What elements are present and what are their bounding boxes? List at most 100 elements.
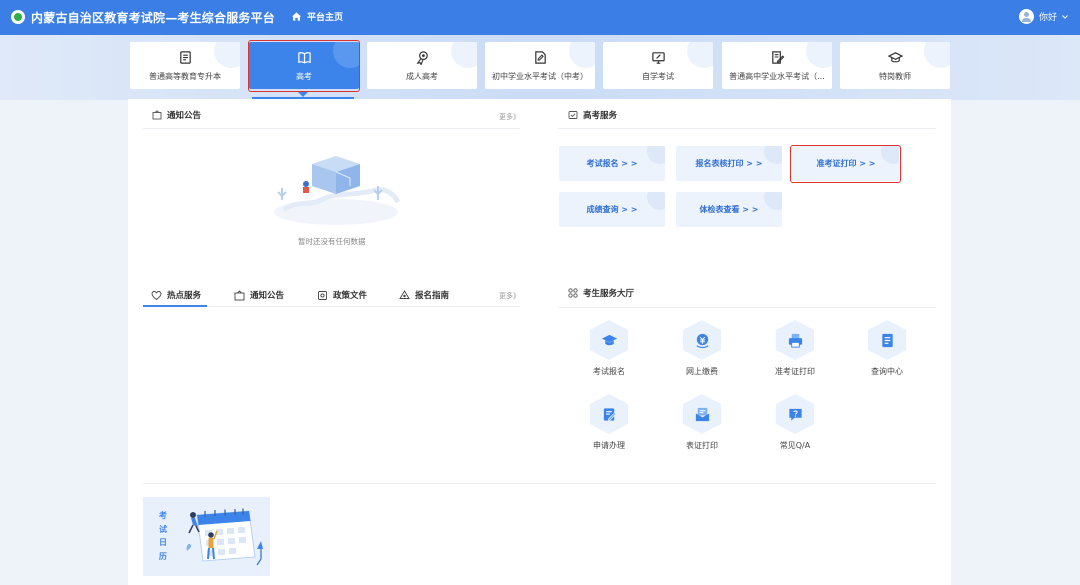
score-query-button[interactable]: 成绩查询 > > [559,192,665,227]
medal-icon [416,51,428,65]
site-logo [11,10,25,24]
calendar-char: 考 [159,511,167,520]
gaokao-service-label: 高考服务 [583,111,618,121]
hall-item-label: 准考证打印 [775,367,815,376]
hex-badge [683,320,721,360]
hall-item-admission-print[interactable]: 准考证打印 [755,320,835,377]
hall-item-online-payment[interactable]: 网上缴费 [662,320,742,377]
hall-item-faq[interactable]: 常见Q/A [755,394,835,451]
hex-badge [590,394,628,434]
divider [558,307,936,308]
category-tab-label: 成人高考 [406,72,438,81]
envelope-card-icon [695,407,709,421]
tab-hot-services[interactable]: 热点服务 [151,289,201,301]
active-tab-highlight [248,40,360,92]
physical-exam-view-button[interactable]: 体检表查看 > > [676,192,782,227]
hall-item-label: 网上缴费 [686,367,718,376]
pen-doc-icon [771,51,784,64]
hex-badge [683,394,721,434]
open-book-icon [297,52,311,64]
category-tab-label: 普通高中学业水平考试（... [729,72,825,81]
notice-more-link[interactable]: 更多》 [499,112,520,122]
calendar-char: 历 [159,551,167,561]
decor-bubble [569,42,595,68]
tab-notices[interactable]: 通知公告 [234,289,284,301]
home-link-label: 平台主页 [307,13,344,23]
category-tab-label: 初中学业水平考试（中考） [492,72,588,81]
exam-calendar-card[interactable]: 考 试 日 历 [143,497,270,576]
decor-bubble [924,42,950,68]
top-header: 内蒙古自治区教育考试院—考生综合服务平台 平台主页 你好 [0,0,1080,35]
registration-form-print-button[interactable]: 报名表核打印 > > [676,146,782,181]
hall-item-label: 申请办理 [593,441,625,450]
hall-item-label: 常见Q/A [779,441,811,450]
divider [143,483,936,484]
service-hall-title: 考生服务大厅 [568,287,634,299]
category-tab-zhongkao[interactable]: 初中学业水平考试（中考） [485,42,595,89]
category-tab-label: 特岗教师 [879,72,911,81]
hex-badge [590,320,628,360]
empty-state-illustration [274,156,401,225]
user-greeting: 你好 [1038,13,1057,23]
guide-icon [399,289,410,299]
document-icon [179,51,191,64]
heart-chat-icon [151,290,162,300]
calendar-title: 考 试 日 历 [157,509,169,563]
file-icon [318,290,327,300]
chevron-down-icon [1062,14,1068,19]
home-link[interactable]: 平台主页 [291,10,343,23]
gaokao-service-title: 高考服务 [568,109,617,121]
exam-registration-button[interactable]: 考试报名 > > [559,146,665,181]
divider [143,128,520,129]
category-tab-tegang[interactable]: 特岗教师 [840,42,950,89]
avatar-icon [1018,9,1034,24]
hall-item-form-print[interactable]: 表证打印 [662,394,742,451]
category-tab-chengren[interactable]: 成人高考 [367,42,477,89]
calendar-char: 试 [159,524,167,534]
tab-label: 热点服务 [167,291,202,301]
hex-badge [868,320,906,360]
notice-icon [234,289,245,300]
service-icon [568,111,578,119]
service-hall-label: 考生服务大厅 [583,289,635,299]
category-tab-xueye[interactable]: 普通高中学业水平考试（... [722,42,832,89]
site-title: 内蒙古自治区教育考试院—考生综合服务平台 [31,11,276,25]
tab-label: 报名指南 [415,291,450,301]
divider [558,128,936,129]
graduation-cap-icon [887,52,903,63]
graduation-cap-icon [601,334,617,345]
category-tab-label: 自学考试 [642,72,674,81]
category-tab-zhuanshengben[interactable]: 普通高等教育专升本 [130,42,240,89]
admission-ticket-highlight [790,145,901,183]
tab-registration-guide[interactable]: 报名指南 [399,289,449,301]
active-tab-underline [143,305,207,307]
hall-item-exam-registration[interactable]: 考试报名 [569,320,649,377]
decor-bubble [451,42,477,68]
edit-form-icon [603,407,617,421]
info-more-link[interactable]: 更多》 [499,291,520,301]
hall-item-label: 查询中心 [871,367,903,376]
category-tab-zixue[interactable]: 自学考试 [603,42,713,89]
calendar-illustration [186,508,263,566]
category-tab-label: 普通高等教育专升本 [149,72,221,81]
hall-item-application[interactable]: 申请办理 [569,394,649,451]
tab-policy-files[interactable]: 政策文件 [317,289,367,301]
hex-badge [776,394,814,434]
category-tab-label: 高考 [296,72,312,81]
decor-bubble [687,42,713,68]
tab-label: 通知公告 [250,291,285,301]
hall-item-query-center[interactable]: 查询中心 [847,320,927,377]
printer-icon [788,333,802,348]
question-bubble-icon [788,408,802,421]
notice-title: 通知公告 [167,111,202,121]
edit-doc-icon [534,51,546,64]
tab-label: 政策文件 [333,291,368,301]
hall-item-label: 表证打印 [686,441,718,450]
calendar-char: 日 [159,538,167,547]
empty-state-text: 暂时还没有任何数据 [298,237,366,246]
grid-icon [568,288,578,298]
document-search-icon [881,333,893,347]
decor-bubble [806,42,832,68]
user-menu[interactable]: 你好 [1018,9,1068,24]
monitor-pen-icon [651,52,665,64]
